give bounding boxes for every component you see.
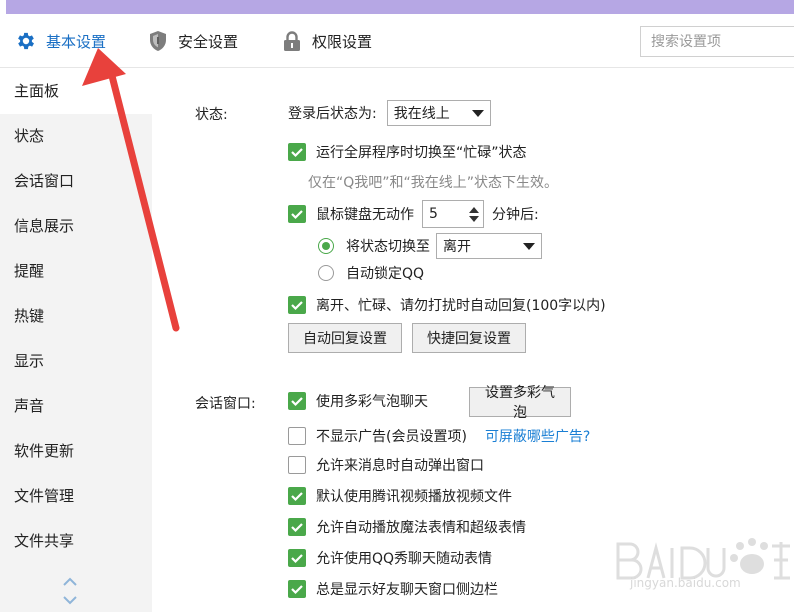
check-icon (291, 210, 303, 220)
chat-option-qqshow: 允许使用QQ秀聊天随动表情 (288, 548, 492, 568)
bubble-checkbox[interactable] (288, 392, 306, 410)
check-icon (291, 523, 303, 533)
tab-label: 安全设置 (178, 32, 239, 51)
magic-emoji-checkbox[interactable] (288, 518, 306, 536)
quick-reply-settings-button[interactable]: 快捷回复设置 (412, 323, 526, 353)
chat-option-label: 不显示广告(会员设置项) (316, 429, 467, 445)
spin-down-icon[interactable] (469, 215, 479, 222)
chat-option-label: 使用多彩气泡聊天 (316, 394, 428, 410)
check-icon (291, 554, 303, 564)
shield-icon (146, 29, 170, 53)
idle-row: 鼠标键盘无动作 5 分钟后: (288, 200, 539, 228)
fullscreen-busy-label: 运行全屏程序时切换至“忙碌”状态 (316, 145, 527, 161)
sidebar-item-reminder[interactable]: 提醒 (0, 249, 152, 294)
chat-option-popup: 允许来消息时自动弹出窗口 (288, 455, 484, 475)
switch-status-radio[interactable] (318, 238, 334, 254)
idle-checkbox[interactable] (288, 205, 306, 223)
login-status-label: 登录后状态为: (288, 106, 377, 122)
sidebar-item-software-update[interactable]: 软件更新 (0, 429, 152, 474)
settings-content: 状态: 登录后状态为: 我在线上 运行全屏程序时切换至“忙碌”状态 仅在“Q我吧… (152, 69, 794, 612)
idle-minutes-spinner[interactable]: 5 (422, 200, 484, 228)
popup-checkbox[interactable] (288, 456, 306, 474)
chat-option-label: 默认使用腾讯视频播放视频文件 (316, 489, 512, 505)
chat-section-label: 会话窗口: (195, 396, 256, 412)
sidebar: 主面板 状态 会话窗口 信息展示 提醒 热键 显示 声音 软件更新 文件管理 文… (0, 69, 152, 612)
auto-reply-label: 离开、忙碌、请勿打扰时自动回复(100字以内) (316, 298, 606, 314)
tab-permission-settings[interactable]: 权限设置 (280, 14, 372, 68)
spin-up-icon[interactable] (469, 206, 479, 213)
fullscreen-busy-checkbox[interactable] (288, 143, 306, 161)
check-icon (291, 397, 303, 407)
sidebar-item-status[interactable]: 状态 (0, 114, 152, 159)
login-status-value: 我在线上 (393, 106, 450, 122)
auto-reply-settings-button[interactable]: 自动回复设置 (288, 323, 402, 353)
sidebar-item-info-display[interactable]: 信息展示 (0, 204, 152, 249)
login-status-select[interactable]: 我在线上 (386, 100, 491, 126)
dropdown-arrow-icon (471, 109, 484, 117)
chat-sidebar-checkbox[interactable] (288, 580, 306, 598)
tab-label: 基本设置 (46, 32, 107, 51)
auto-lock-row: 自动锁定QQ (318, 263, 424, 283)
sidebar-item-display[interactable]: 显示 (0, 339, 152, 384)
chat-option-label: 允许自动播放魔法表情和超级表情 (316, 520, 526, 536)
sidebar-item-file-management[interactable]: 文件管理 (0, 474, 152, 519)
dropdown-arrow-icon (523, 242, 535, 250)
auto-reply-row: 离开、忙碌、请勿打扰时自动回复(100字以内) (288, 295, 606, 315)
idle-minutes-value: 5 (429, 206, 438, 222)
settings-tab-bar: 基本设置 安全设置 权限设置 (0, 14, 794, 68)
ad-info-link[interactable]: 可屏蔽哪些广告? (485, 426, 590, 446)
chat-option-tencent-video: 默认使用腾讯视频播放视频文件 (288, 486, 512, 506)
sidebar-item-file-sharing[interactable]: 文件共享 (0, 519, 152, 564)
sidebar-item-main-panel[interactable]: 主面板 (0, 69, 152, 114)
chat-option-label: 总是显示好友聊天窗口侧边栏 (316, 582, 498, 598)
status-section-label: 状态: (195, 107, 228, 123)
sidebar-item-hotkeys[interactable]: 热键 (0, 294, 152, 339)
login-status-row: 登录后状态为: 我在线上 (288, 100, 491, 126)
tab-label: 权限设置 (312, 32, 373, 51)
check-icon (291, 148, 303, 158)
fullscreen-busy-row: 运行全屏程序时切换至“忙碌”状态 (288, 142, 527, 162)
tencent-video-checkbox[interactable] (288, 487, 306, 505)
chat-option-no-ads: 不显示广告(会员设置项) 可屏蔽哪些广告? (288, 426, 590, 446)
window-title-strip (0, 0, 794, 14)
chat-option-bubble: 使用多彩气泡聊天 (288, 391, 428, 411)
switch-status-select[interactable]: 离开 (436, 233, 542, 259)
sidebar-item-sound[interactable]: 声音 (0, 384, 152, 429)
chat-option-label: 允许来消息时自动弹出窗口 (316, 458, 484, 474)
no-ads-checkbox[interactable] (288, 427, 306, 445)
switch-status-row: 将状态切换至 离开 (318, 233, 542, 259)
lock-icon (280, 29, 304, 53)
auto-lock-radio[interactable] (318, 265, 334, 281)
check-icon (291, 301, 303, 311)
tab-basic-settings[interactable]: 基本设置 (14, 14, 106, 68)
chat-option-sidebar: 总是显示好友聊天窗口侧边栏 (288, 579, 498, 599)
bubble-settings-button[interactable]: 设置多彩气泡 (469, 385, 571, 421)
idle-suffix: 分钟后: (492, 207, 539, 223)
auto-reply-checkbox[interactable] (288, 296, 306, 314)
fullscreen-hint: 仅在“Q我吧”和“我在线上”状态下生效。 (308, 175, 559, 191)
gear-icon (14, 29, 38, 53)
chat-option-label: 允许使用QQ秀聊天随动表情 (316, 551, 493, 567)
switch-status-label: 将状态切换至 (346, 239, 430, 255)
tab-security-settings[interactable]: 安全设置 (146, 14, 238, 68)
search-input[interactable] (640, 26, 794, 57)
auto-lock-label: 自动锁定QQ (346, 266, 425, 282)
check-icon (291, 492, 303, 502)
switch-status-value: 离开 (443, 239, 471, 255)
idle-label: 鼠标键盘无动作 (316, 207, 414, 223)
chevron-up-down-icon[interactable] (62, 577, 78, 609)
sidebar-item-chat-window[interactable]: 会话窗口 (0, 159, 152, 204)
qqshow-checkbox[interactable] (288, 549, 306, 567)
chat-option-magic-emoji: 允许自动播放魔法表情和超级表情 (288, 517, 526, 537)
check-icon (291, 585, 303, 595)
